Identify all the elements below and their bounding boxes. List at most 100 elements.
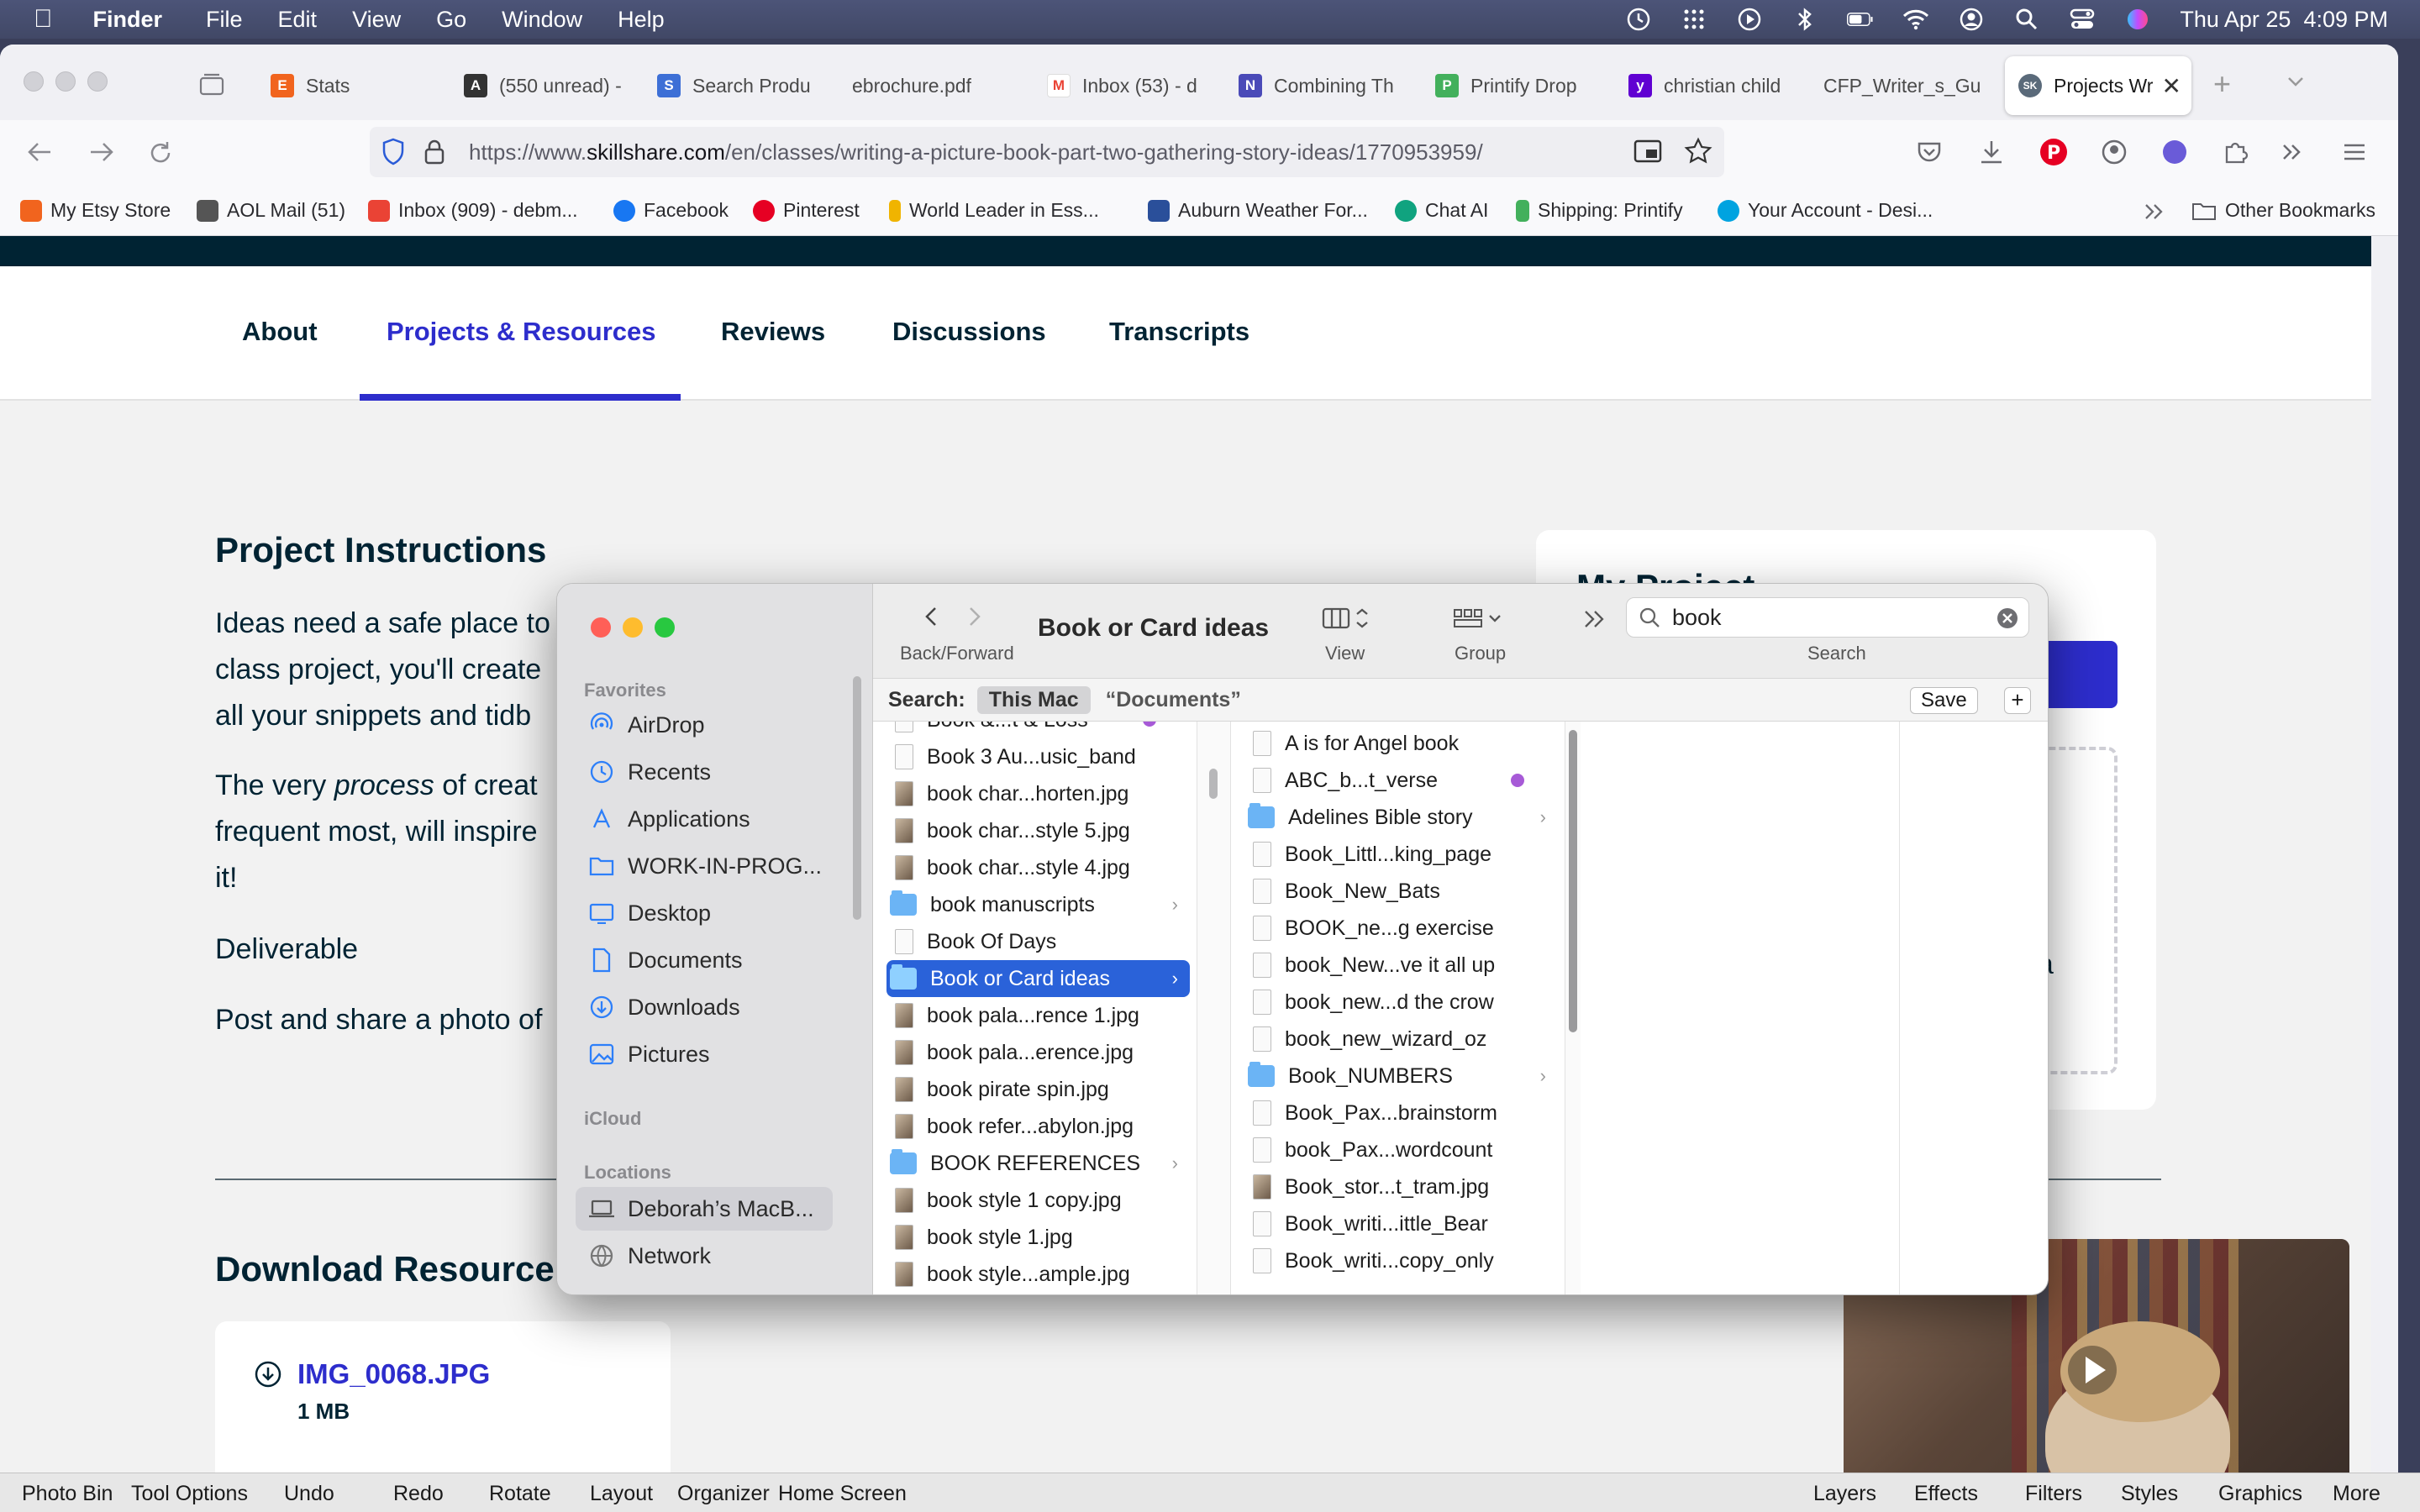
window-zoom-button[interactable] <box>87 71 108 92</box>
sidebar-item-airdrop[interactable]: AirDrop <box>576 703 833 747</box>
browser-tab-christian-child[interactable]: y christian child <box>1628 56 1788 115</box>
browser-tab-printify[interactable]: P Printify Drop <box>1435 56 1595 115</box>
lock-icon[interactable] <box>424 139 445 165</box>
menu-window[interactable]: Window <box>502 7 582 33</box>
browser-tab-projects-active[interactable]: SK Projects Wr ✕ <box>2005 56 2191 115</box>
tab-about[interactable]: About <box>242 317 318 347</box>
more-button[interactable]: More <box>2333 1482 2381 1506</box>
menu-go[interactable]: Go <box>436 7 466 33</box>
file-row[interactable]: Book_stor...t_tram.jpg <box>1244 1168 1558 1205</box>
pocket-icon[interactable] <box>1916 139 1943 165</box>
sidebar-item-applications[interactable]: Applications <box>576 797 833 841</box>
file-row[interactable]: Book_writi...copy_only <box>1244 1242 1558 1279</box>
browser-tab-search-product[interactable]: S Search Produ <box>657 56 817 115</box>
file-row[interactable]: book_Pax...wordcount <box>1244 1131 1558 1168</box>
add-criteria-plus-icon[interactable]: + <box>2004 687 2031 714</box>
app-menu-finder[interactable]: Finder <box>93 7 163 33</box>
overflow-chevrons-icon[interactable] <box>2279 139 2306 165</box>
folder-row[interactable]: BOOK REFERENCES › <box>886 1145 1190 1182</box>
address-bar[interactable]: https://www.skillshare.com/en/classes/wr… <box>370 127 1724 177</box>
bookmark-world-leader[interactable]: World Leader in Ess... <box>889 199 1099 222</box>
finder-close-button[interactable] <box>591 617 611 638</box>
bookmark-chat-ai[interactable]: Chat AI <box>1395 199 1488 222</box>
file-row[interactable]: Book_writi...ittle_Bear <box>1244 1205 1558 1242</box>
downloads-icon[interactable] <box>1978 139 2005 165</box>
control-center-icon[interactable] <box>2069 6 2096 33</box>
browser-tab-aol[interactable]: A (550 unread) - <box>464 56 632 115</box>
column-1-scrollbar[interactable] <box>1209 769 1218 799</box>
file-row[interactable]: BOOK_ne...g exercise <box>1244 910 1558 947</box>
file-row[interactable]: book style...ample.jpg <box>886 1256 1190 1293</box>
file-row[interactable]: Book Of Days <box>886 923 1190 960</box>
tab-projects-resources[interactable]: Projects & Resources <box>387 317 655 347</box>
file-row[interactable]: Book &...t & Loss <box>886 722 1190 738</box>
file-row[interactable]: book style 1.jpg <box>886 1219 1190 1256</box>
wifi-icon[interactable] <box>1902 6 1929 33</box>
dots-grid-icon[interactable] <box>1681 6 1707 33</box>
scope-documents-button[interactable]: “Documents” <box>1106 688 1241 712</box>
graphics-button[interactable]: Graphics <box>2218 1482 2302 1506</box>
bookmark-star-icon[interactable] <box>1684 137 1712 165</box>
file-row[interactable]: book char...horten.jpg <box>886 775 1190 812</box>
window-close-button[interactable] <box>24 71 44 92</box>
scope-this-mac-button[interactable]: This Mac <box>976 685 1091 714</box>
file-row[interactable]: book char...style 4.jpg <box>886 849 1190 886</box>
filters-button[interactable]: Filters <box>2025 1482 2082 1506</box>
resource-card[interactable]: IMG_0068.JPG 1 MB <box>215 1321 671 1473</box>
bookmark-aol-mail[interactable]: AOL Mail (51) <box>197 199 345 222</box>
folder-row[interactable]: Book or Card ideas › <box>886 960 1190 997</box>
tab-discussions[interactable]: Discussions <box>892 317 1046 347</box>
sidebar-item-network[interactable]: Network <box>576 1234 833 1278</box>
file-row[interactable]: book_New...ve it all up <box>1244 947 1558 984</box>
apple-menu-icon[interactable]:  <box>34 5 53 34</box>
bookmark-pinterest[interactable]: Pinterest <box>753 199 860 222</box>
file-row[interactable]: Book 3 Au...usic_band <box>886 738 1190 775</box>
reload-icon[interactable] <box>146 139 175 167</box>
tab-reviews[interactable]: Reviews <box>721 317 825 347</box>
menu-help[interactable]: Help <box>618 7 665 33</box>
redo-button[interactable]: Redo <box>393 1482 444 1506</box>
back-arrow-icon[interactable] <box>25 139 55 165</box>
menu-file[interactable]: File <box>206 7 243 33</box>
tab-list-chevron-icon[interactable] <box>2284 70 2307 93</box>
play-circle-icon[interactable] <box>1736 6 1763 33</box>
bookmark-shipping-printify[interactable]: Shipping: Printify <box>1516 199 1683 222</box>
sidebar-item-pictures[interactable]: Pictures <box>576 1032 833 1076</box>
group-icon[interactable] <box>1453 606 1505 631</box>
play-video-icon[interactable] <box>2067 1345 2118 1395</box>
folder-row[interactable]: Adelines Bible story › <box>1244 799 1558 836</box>
bookmark-my-etsy-store[interactable]: My Etsy Store <box>20 199 171 222</box>
browser-tab-inbox[interactable]: M Inbox (53) - d <box>1047 56 1207 115</box>
tool-options-button[interactable]: Tool Options <box>131 1482 248 1506</box>
photo-bin-button[interactable]: Photo Bin <box>22 1482 113 1506</box>
sidebar-item-recents[interactable]: Recents <box>576 750 833 794</box>
organizer-button[interactable]: Organizer <box>677 1482 770 1506</box>
finder-search-field[interactable]: book <box>1626 597 2029 638</box>
effects-button[interactable]: Effects <box>1914 1482 1978 1506</box>
bookmark-facebook[interactable]: Facebook <box>613 199 729 222</box>
file-row[interactable]: book refer...abylon.jpg <box>886 1108 1190 1145</box>
sidebar-item-macbook[interactable]: Deborah’s MacB... <box>576 1187 833 1231</box>
undo-button[interactable]: Undo <box>284 1482 334 1506</box>
file-row[interactable]: book style 1 copy.jpg <box>886 1182 1190 1219</box>
sidebar-item-work-in-progress[interactable]: WORK-IN-PROG... <box>576 844 833 888</box>
sidebar-item-documents[interactable]: Documents <box>576 938 833 982</box>
bookmark-inbox[interactable]: Inbox (909) - debm... <box>368 199 578 222</box>
file-row[interactable]: Book_Pax...brainstorm <box>1244 1095 1558 1131</box>
rotate-button[interactable]: Rotate <box>489 1482 551 1506</box>
bookmarks-overflow-icon[interactable] <box>2143 201 2166 223</box>
menu-edit[interactable]: Edit <box>278 7 318 33</box>
file-row[interactable]: book_new...d the crow <box>1244 984 1558 1021</box>
finder-back-chevron-icon[interactable] <box>922 604 942 629</box>
siri-icon[interactable] <box>2124 6 2151 33</box>
time-machine-icon[interactable] <box>1625 6 1652 33</box>
layers-button[interactable]: Layers <box>1813 1482 1876 1506</box>
file-row[interactable]: A is for Angel book <box>1244 725 1558 762</box>
home-screen-button[interactable]: Home Screen <box>778 1482 907 1506</box>
finder-minimize-button[interactable] <box>623 617 643 638</box>
file-row[interactable]: book pala...erence.jpg <box>886 1034 1190 1071</box>
hamburger-menu-icon[interactable] <box>2341 139 2368 165</box>
finder-zoom-button[interactable] <box>655 617 675 638</box>
column-2-scrollbar[interactable] <box>1569 730 1577 1032</box>
save-search-button[interactable]: Save <box>1910 687 1978 714</box>
